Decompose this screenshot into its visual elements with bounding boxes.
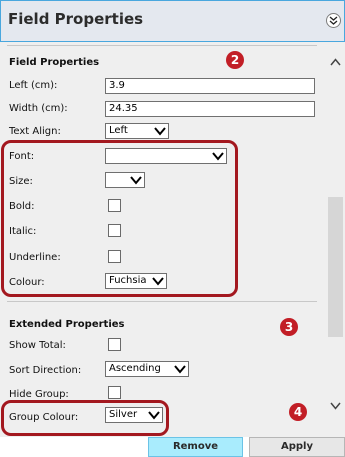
field-properties-heading: Field Properties: [9, 57, 100, 68]
hide-group-checkbox[interactable]: [108, 386, 121, 399]
show-total-checkbox[interactable]: [108, 338, 121, 351]
group-colour-highlight: [1, 400, 169, 436]
extended-properties-heading: Extended Properties: [9, 319, 125, 330]
hide-group-label: Hide Group:: [9, 389, 69, 400]
sort-direction-select[interactable]: Ascending: [105, 361, 189, 377]
apply-button[interactable]: Apply: [249, 437, 345, 457]
sort-direction-value: Ascending: [109, 363, 161, 374]
callout-badge-4: 4: [289, 403, 307, 421]
left-label: Left (cm):: [9, 80, 58, 91]
button-bar: [0, 437, 148, 457]
remove-button[interactable]: Remove: [148, 437, 243, 457]
vertical-scrollbar[interactable]: [326, 42, 345, 437]
scroll-down-icon[interactable]: [330, 402, 341, 410]
text-align-select[interactable]: Left: [105, 123, 169, 139]
font-settings-highlight: [1, 140, 238, 297]
scrollbar-thumb[interactable]: [328, 197, 343, 337]
sort-direction-label: Sort Direction:: [9, 365, 82, 376]
chevron-down-icon: [174, 365, 186, 374]
left-cm-input[interactable]: 3.9: [105, 78, 315, 94]
callout-badge-3: 3: [280, 318, 298, 336]
scroll-up-icon[interactable]: [330, 58, 341, 66]
panel-title: Field Properties: [8, 10, 144, 28]
section-divider: [7, 301, 317, 302]
panel-header: Field Properties: [0, 0, 345, 42]
chevron-down-icon: [154, 127, 166, 136]
double-chevron-down-icon[interactable]: [326, 13, 341, 28]
text-align-label: Text Align:: [9, 126, 61, 137]
divider: [7, 45, 317, 46]
callout-badge-2: 2: [226, 51, 244, 69]
show-total-label: Show Total:: [9, 340, 66, 351]
width-label: Width (cm):: [9, 103, 68, 114]
width-cm-input[interactable]: 24.35: [105, 101, 315, 117]
text-align-value: Left: [109, 125, 128, 136]
